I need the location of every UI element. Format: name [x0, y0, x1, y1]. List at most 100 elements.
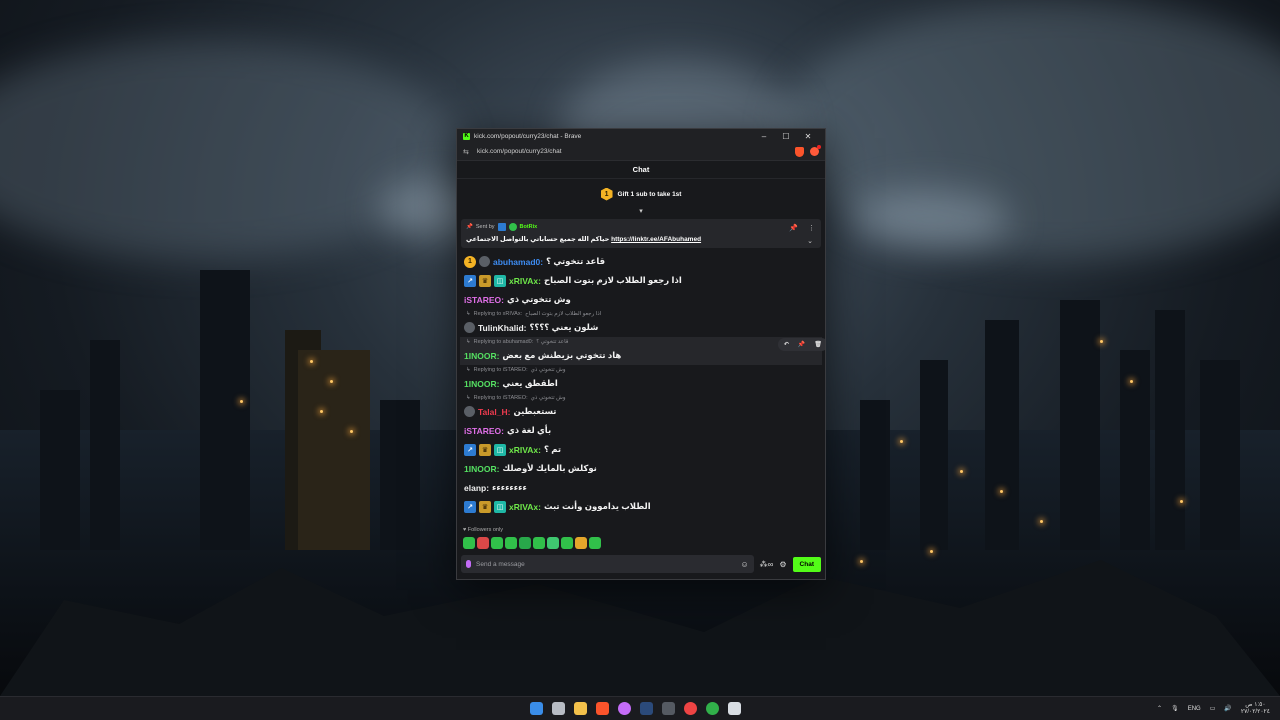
- chat-message[interactable]: 1INOOR: نوكلش بالمايك لأوصلك: [464, 459, 818, 478]
- reply-to-text: وش تتخوتي ذي: [530, 394, 566, 401]
- username[interactable]: 1INOOR:: [464, 351, 499, 361]
- username[interactable]: elanp:: [464, 483, 489, 493]
- microphone-tray-icon[interactable]: 🎙: [1171, 705, 1179, 712]
- more-options-icon[interactable]: ⋮: [808, 224, 815, 232]
- network-icon[interactable]: ▭: [1210, 705, 1216, 712]
- chat-message[interactable]: ↗ ♛ ◫ xRIVAx: تم ؟: [464, 440, 818, 459]
- username[interactable]: xRIVAx:: [509, 445, 541, 455]
- username[interactable]: 1INOOR:: [464, 379, 499, 389]
- start-windows-icon[interactable]: [530, 702, 543, 715]
- emoji-icon[interactable]: ☺: [741, 560, 749, 569]
- clock[interactable]: ١:٥٠ ص ٢٧/٠٢/٢٠٢٤: [1241, 702, 1270, 716]
- volume-icon[interactable]: 🔊: [1224, 705, 1231, 712]
- gift-sub-text: Gift 1 sub to take 1st: [617, 190, 682, 198]
- chat-message[interactable]: ↗ ♛ ◫ xRIVAx: الطلاب يداموون وأنت تبث: [464, 497, 818, 516]
- pinned-message-text: حياكم الله جميع حساباتي بالتواصل الاجتما…: [466, 235, 816, 243]
- settings-gear-icon[interactable]: ⚙: [779, 560, 786, 569]
- message-actions: ↶ 📌 🗑: [777, 338, 825, 351]
- reply-to-text: وش تتخوتي ذي: [530, 366, 566, 373]
- reply-to-text: اذا رجعو الطلاب لازم بتوت الصباح: [525, 310, 602, 317]
- reply-reference[interactable]: ↳ Replying to iSTAREO: وش تتخوتي ذي: [464, 365, 818, 374]
- clock-time: ١:٥٠ ص: [1245, 701, 1266, 708]
- reply-to-label: Replying to xRIVAx:: [473, 310, 523, 317]
- brave-shield-icon[interactable]: [795, 146, 804, 157]
- emote-icon[interactable]: [575, 537, 587, 549]
- steam-icon[interactable]: [640, 702, 653, 715]
- gift-sub-banner[interactable]: 1 Gift 1 sub to take 1st: [457, 179, 825, 209]
- unpin-icon[interactable]: 📌: [789, 224, 798, 232]
- emote-icon[interactable]: [491, 537, 503, 549]
- chat-message[interactable]: iSTAREO: بأي لغة ذي: [464, 421, 818, 440]
- emote-icon[interactable]: [589, 537, 601, 549]
- kick-points-icon[interactable]: ⁂∞: [760, 560, 774, 569]
- app-icon[interactable]: [618, 702, 631, 715]
- chat-message[interactable]: 1 abuhamad0: قاعد تتخوتي ؟: [464, 252, 818, 271]
- chat-message[interactable]: Talal_H: تستعبطين: [464, 402, 818, 421]
- pinned-sender-name[interactable]: BotRix: [520, 224, 538, 230]
- pinned-arabic-text: حياكم الله جميع حساباتي بالتواصل الاجتما…: [466, 236, 610, 243]
- vip-badge-icon: ↗: [464, 274, 476, 287]
- sub-rank-badge-icon: 1: [600, 187, 613, 201]
- chat-message[interactable]: elanp: ءءءءءءءء: [464, 478, 818, 497]
- emote-icon[interactable]: [505, 537, 517, 549]
- reply-action-icon[interactable]: ↶: [784, 341, 789, 348]
- app-icon[interactable]: [728, 702, 741, 715]
- chat-input-row: Send a message ☺ ⁂∞ ⚙ Chat: [457, 553, 825, 579]
- message-text: الطلاب يداموون وأنت تبث: [543, 501, 651, 511]
- username[interactable]: TulinKhalid:: [478, 323, 526, 333]
- username[interactable]: 1INOOR:: [464, 464, 499, 474]
- reply-reference[interactable]: ↳ Replying to abuhamad0: قاعد تتخوتي ؟: [460, 337, 822, 346]
- tray-chevron-icon[interactable]: ⌃: [1157, 705, 1162, 712]
- emote-icon[interactable]: [519, 537, 531, 549]
- brave-browser-icon[interactable]: [596, 702, 609, 715]
- chat-message[interactable]: TulinKhalid: شلون يعني ؟؟؟؟: [464, 318, 818, 337]
- minimize-button[interactable]: –: [753, 132, 775, 141]
- emote-icon[interactable]: [463, 537, 475, 549]
- url-field[interactable]: kick.com/popout/curry23/chat: [477, 148, 791, 155]
- chat-message[interactable]: ↗ ♛ ◫ xRIVAx: اذا رجعو الطلاب لازم بتوت …: [464, 271, 818, 290]
- search-icon[interactable]: [552, 702, 565, 715]
- chat-message[interactable]: 1INOOR: اطقطق يعني: [464, 374, 818, 393]
- username[interactable]: xRIVAx:: [509, 502, 541, 512]
- chat-message[interactable]: iSTAREO: وش تتخوتي ذي: [464, 290, 818, 309]
- avatar: [464, 406, 475, 417]
- username[interactable]: iSTAREO:: [464, 295, 504, 305]
- expand-chevron-icon[interactable]: ⌄: [807, 237, 813, 245]
- send-chat-button[interactable]: Chat: [792, 556, 821, 572]
- username[interactable]: xRIVAx:: [509, 276, 541, 286]
- pin-action-icon[interactable]: 📌: [798, 341, 805, 348]
- message-input[interactable]: Send a message ☺: [461, 555, 754, 573]
- pinned-link[interactable]: https://linktr.ee/AFAbuhamed: [611, 236, 701, 243]
- delete-action-icon[interactable]: 🗑: [814, 341, 822, 348]
- chat-message-list: 1 abuhamad0: قاعد تتخوتي ؟ ↗ ♛ ◫ xRIVAx:…: [457, 250, 825, 522]
- maximize-button[interactable]: ☐: [775, 132, 797, 141]
- file-explorer-icon[interactable]: [574, 702, 587, 715]
- emote-icon[interactable]: [561, 537, 573, 549]
- language-indicator[interactable]: ENG: [1188, 706, 1201, 712]
- reply-reference[interactable]: ↳ Replying to xRIVAx: اذا رجعو الطلاب لا…: [464, 309, 818, 318]
- reply-reference[interactable]: ↳ Replying to iSTAREO: وش تتخوتي ذي: [464, 393, 818, 402]
- microphone-icon: [466, 560, 471, 568]
- xbox-icon[interactable]: [706, 702, 719, 715]
- close-button[interactable]: ✕: [797, 132, 819, 141]
- app-icon[interactable]: [662, 702, 675, 715]
- avatar: [479, 256, 490, 267]
- message-text: اذا رجعو الطلاب لازم بتوت الصباح: [543, 275, 682, 285]
- site-settings-icon[interactable]: ⇆: [463, 148, 471, 156]
- sub-badge-icon: 1: [464, 255, 476, 268]
- brave-rewards-icon[interactable]: [810, 145, 821, 156]
- username[interactable]: abuhamad0:: [493, 257, 543, 267]
- window-title: kick.com/popout/curry23/chat - Brave: [474, 132, 582, 140]
- emote-icon[interactable]: [533, 537, 545, 549]
- scroll-chevron-icon[interactable]: ▾: [457, 208, 825, 217]
- reply-icon: ↳: [466, 338, 471, 345]
- username[interactable]: iSTAREO:: [464, 426, 504, 436]
- system-tray: ⌃ 🎙 ENG ▭ 🔊 ١:٥٠ ص ٢٧/٠٢/٢٠٢٤: [1157, 702, 1270, 716]
- message-text: تم ؟: [543, 444, 562, 454]
- obs-icon[interactable]: [684, 702, 697, 715]
- message-text: ءءءءءءءء: [492, 482, 527, 492]
- emote-icon[interactable]: [477, 537, 489, 549]
- emote-icon[interactable]: [547, 537, 559, 549]
- chat-message[interactable]: 1INOOR: هاد تتخوتي بزيطنش مع بعض ↶ 📌 🗑: [460, 338, 825, 365]
- username[interactable]: Talal_H:: [478, 407, 510, 417]
